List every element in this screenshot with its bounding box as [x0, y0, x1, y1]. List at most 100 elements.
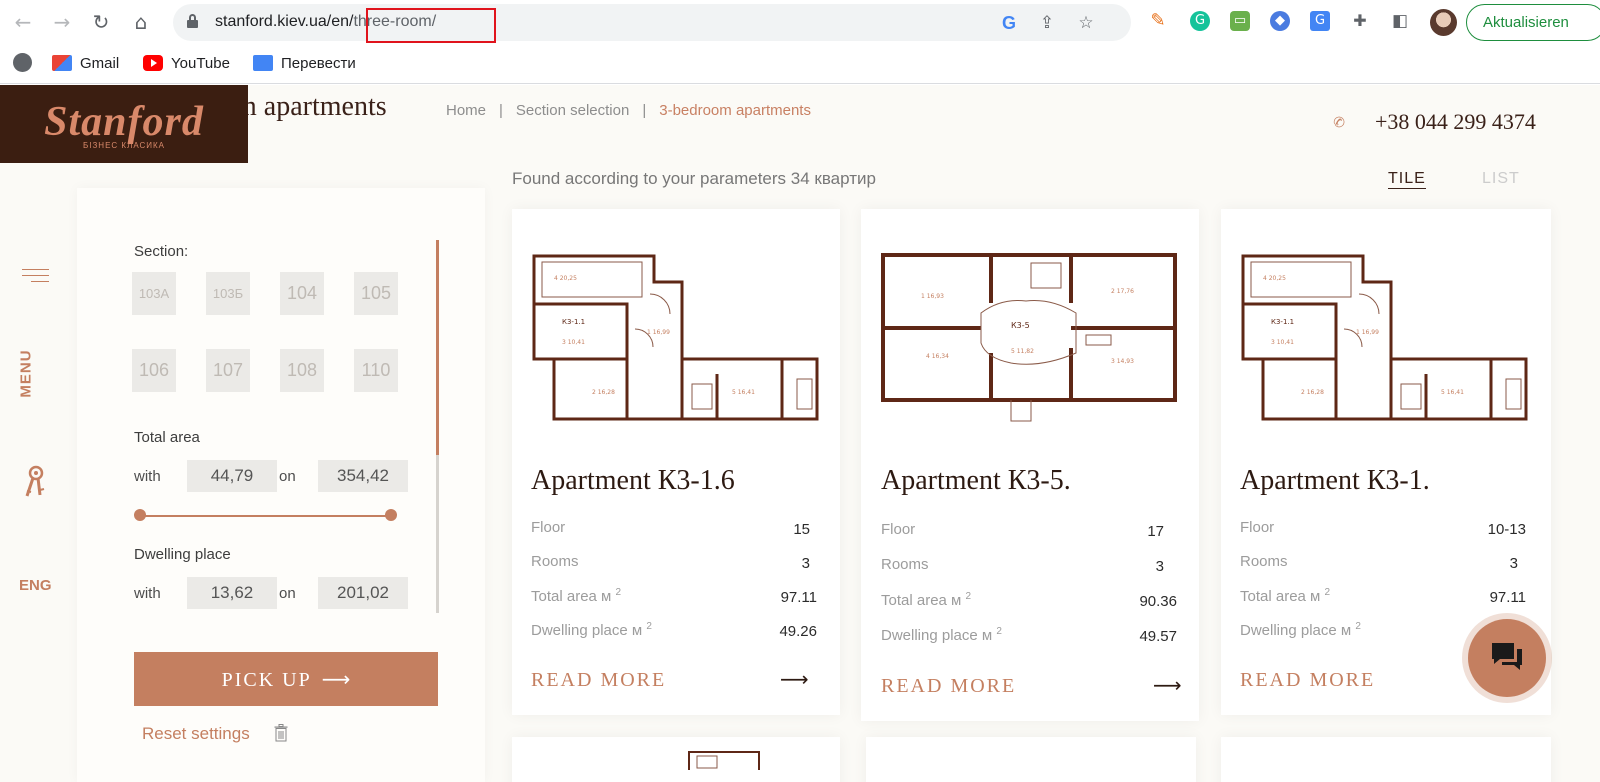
home-icon[interactable]: ⌂ [130, 11, 152, 33]
phone-number[interactable]: +38 044 299 4374 [1375, 109, 1536, 135]
bookmark-star-icon[interactable]: ☆ [1076, 13, 1096, 33]
floor-value: 17 [1147, 523, 1164, 540]
bookmark-youtube[interactable]: YouTube [143, 53, 230, 75]
pick-up-button[interactable]: PICK UP ⟶ [134, 652, 438, 706]
reset-settings-link[interactable]: Reset settings [142, 724, 250, 744]
section-button-107[interactable]: 107 [206, 349, 250, 392]
read-more-link[interactable]: READ MORE [881, 675, 1016, 698]
total-area-value: 90.36 [1139, 593, 1177, 610]
puzzle-icon[interactable]: ✚ [1350, 11, 1370, 31]
total-area-max-input[interactable]: 354,42 [318, 460, 408, 492]
total-area-min-input[interactable]: 44,79 [187, 460, 277, 492]
browser-toolbar: ← → ↻ ⌂ stanford.kiev.ua/en/three-room/ … [0, 0, 1600, 44]
results-count: Found according to your parameters 34 кв… [512, 169, 876, 188]
dwelling-label: Dwelling place [134, 546, 231, 563]
with-label: with [134, 468, 161, 485]
apartment-title[interactable]: Apartment К3-1. [1240, 465, 1430, 497]
menu-label[interactable]: MENU [18, 345, 48, 405]
total-area-value: 97.11 [1489, 589, 1526, 606]
apartment-card[interactable]: 4 20,25 К3-1.1 3 10,41 1 16,99 2 16,28 5… [512, 209, 840, 715]
rooms-value: 3 [1509, 555, 1518, 572]
dwelling-value: 49.26 [779, 623, 817, 640]
arrow-right-icon[interactable]: ⟶ [780, 667, 809, 691]
keys-icon[interactable] [22, 465, 46, 499]
slider-max-handle[interactable] [385, 509, 397, 521]
back-arrow-icon[interactable]: ← [12, 11, 34, 33]
bookmark-label: Gmail [80, 55, 120, 72]
apartment-title[interactable]: Apartment К3-1.6 [531, 465, 735, 497]
phone-icon: ✆ [1331, 113, 1347, 133]
site: m apartments Stanford БІЗНЕС КЛАСИКА Hom… [0, 85, 1600, 782]
bookmarks-bar: Gmail YouTube Перевести [0, 44, 1600, 84]
language-switch[interactable]: ENG [19, 577, 52, 594]
forward-arrow-icon[interactable]: → [51, 11, 73, 33]
google-icon[interactable]: G [999, 13, 1019, 33]
logo[interactable]: Stanford БІЗНЕС КЛАСИКА [0, 85, 248, 163]
bookmark-label: YouTube [171, 55, 230, 72]
breadcrumb-section-selection[interactable]: Section selection [516, 102, 629, 119]
extension-icon[interactable]: ▭ [1230, 11, 1250, 31]
bookmark-label: Перевести [281, 55, 356, 72]
section-button-108[interactable]: 108 [280, 349, 324, 392]
section-button-105[interactable]: 105 [354, 272, 398, 315]
apartment-title[interactable]: Apartment К3-5. [881, 465, 1071, 497]
dwelling-max-input[interactable]: 201,02 [318, 577, 408, 609]
section-button-106[interactable]: 106 [132, 349, 176, 392]
apartment-card[interactable] [866, 737, 1196, 782]
update-button[interactable]: Aktualisieren [1466, 4, 1600, 41]
logo-text: Stanford [44, 99, 204, 145]
arrow-right-icon[interactable]: ⟶ [1153, 673, 1182, 697]
read-more-link[interactable]: READ MORE [1240, 669, 1375, 692]
slider-min-handle[interactable] [134, 509, 146, 521]
rooms-value: 3 [801, 555, 810, 572]
section-button-110[interactable]: 110 [354, 349, 398, 392]
bookmark-translate[interactable]: Перевести [253, 53, 356, 75]
address-bar[interactable]: stanford.kiev.ua/en/three-room/ G ⇪ ☆ [173, 4, 1131, 41]
extension-icon[interactable]: ◆ [1270, 11, 1290, 31]
dwelling-min-input[interactable]: 13,62 [187, 577, 277, 609]
side-panel-icon[interactable]: ◧ [1390, 11, 1410, 31]
svg-text:3 14,93: 3 14,93 [1111, 358, 1134, 365]
breadcrumb-current: 3-bedroom apartments [659, 102, 811, 119]
pick-up-label: PICK UP [221, 669, 312, 691]
section-button-103b[interactable]: 103Б [206, 272, 250, 315]
filter-scroll-thumb[interactable] [436, 240, 439, 455]
section-button-103a[interactable]: 103А [132, 272, 176, 315]
translate-extension-icon[interactable]: G [1310, 11, 1330, 31]
svg-text:К3-1.1: К3-1.1 [1271, 318, 1294, 326]
svg-text:К3-1.1: К3-1.1 [562, 318, 585, 326]
grammarly-icon[interactable]: G [1190, 11, 1210, 31]
floor-value: 10-13 [1487, 521, 1526, 538]
view-tile-toggle[interactable]: TILE [1388, 170, 1426, 189]
reload-icon[interactable]: ↻ [90, 11, 112, 33]
rooms-label: Rooms [881, 556, 929, 573]
share-icon[interactable]: ⇪ [1037, 13, 1057, 33]
on-label: on [279, 585, 296, 602]
chat-icon[interactable] [1490, 641, 1524, 671]
profile-avatar[interactable] [1430, 9, 1457, 36]
page-title: m apartments [235, 91, 387, 122]
pen-extension-icon[interactable]: ✎ [1148, 11, 1168, 31]
trash-icon[interactable] [274, 724, 288, 742]
apartment-card[interactable] [1221, 737, 1551, 782]
on-label: on [279, 468, 296, 485]
breadcrumb-home[interactable]: Home [446, 102, 486, 119]
total-area-label: Total area м 2 [531, 587, 622, 605]
svg-text:1 16,99: 1 16,99 [1356, 329, 1379, 336]
read-more-link[interactable]: READ MORE [531, 669, 666, 692]
view-list-toggle[interactable]: LIST [1482, 170, 1520, 188]
total-area-slider-track[interactable] [138, 515, 388, 517]
with-label: with [134, 585, 161, 602]
section-button-104[interactable]: 104 [280, 272, 324, 315]
svg-text:2 17,76: 2 17,76 [1111, 288, 1134, 295]
globe-icon[interactable] [13, 53, 32, 72]
apartment-card[interactable]: 1 16,93 2 17,76 К3-5 4 16,34 5 11,82 3 1… [861, 209, 1199, 721]
rooms-label: Rooms [531, 553, 579, 570]
svg-text:4 20,25: 4 20,25 [1263, 275, 1286, 282]
hamburger-menu-icon[interactable] [22, 269, 49, 285]
total-area-label: Total area м 2 [881, 591, 972, 609]
apartment-card[interactable] [512, 737, 840, 782]
bookmark-gmail[interactable]: Gmail [52, 53, 119, 75]
google-translate-icon [253, 55, 273, 71]
svg-text:4 20,25: 4 20,25 [554, 275, 577, 282]
